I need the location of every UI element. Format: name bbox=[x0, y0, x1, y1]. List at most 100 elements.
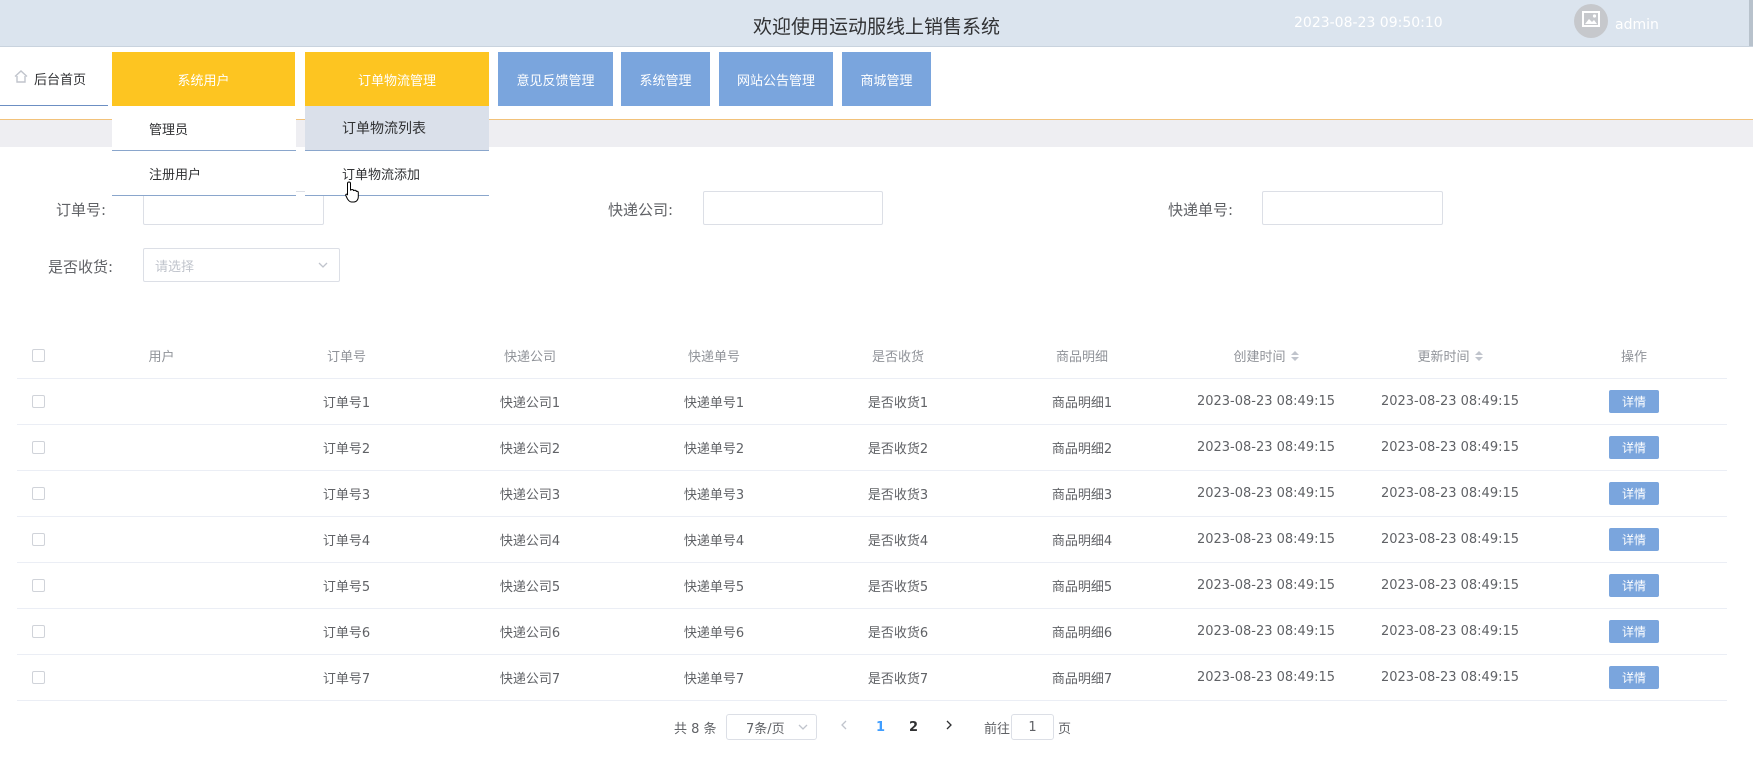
detail-button[interactable]: 详情 bbox=[1609, 390, 1659, 413]
cell-actions: 详情 bbox=[1542, 563, 1726, 608]
detail-button[interactable]: 详情 bbox=[1609, 528, 1659, 551]
col-order-no: 订单号 bbox=[326, 350, 366, 365]
cell-tracking-no: 快递单号6 bbox=[683, 626, 745, 641]
page-suffix: 页 bbox=[1058, 721, 1072, 737]
cell-courier: 快递公司1 bbox=[499, 396, 561, 411]
sort-icon[interactable] bbox=[1474, 350, 1483, 361]
row-checkbox[interactable] bbox=[25, 563, 51, 608]
cell-courier: 快递公司6 bbox=[499, 626, 561, 641]
page-2-button[interactable]: 2 bbox=[909, 714, 918, 740]
cell-actions: 详情 bbox=[1542, 425, 1726, 470]
courier-input[interactable] bbox=[703, 191, 883, 225]
cell-product-detail: 商品明细6 bbox=[1051, 626, 1113, 641]
current-datetime: 2023-08-23 09:50:10 bbox=[1294, 15, 1443, 31]
orders-table: 用户 订单号 快递公司 快递单号 是否收货 商品明细 创建时间 更新时间 操作 … bbox=[17, 333, 1727, 701]
received-select-placeholder: 请选择 bbox=[155, 259, 195, 275]
top-header: 欢迎使用运动服线上销售系统 2023-08-23 09:50:10 admin bbox=[0, 0, 1753, 47]
chevron-right-icon bbox=[943, 719, 955, 735]
menu-item-order-list[interactable]: 订单物流列表 bbox=[305, 106, 489, 151]
nav-order-logistics[interactable]: 订单物流管理 bbox=[305, 52, 489, 106]
tracking-input[interactable] bbox=[1262, 191, 1443, 225]
detail-button[interactable]: 详情 bbox=[1609, 436, 1659, 459]
table-row: 订单号7 快递公司7 快递单号7 是否收货7 商品明细7 2023-08-23 08:49… bbox=[17, 655, 1727, 701]
cell-product-detail: 商品明细1 bbox=[1051, 396, 1113, 411]
detail-button[interactable]: 详情 bbox=[1609, 666, 1659, 689]
page-1-button[interactable]: 1 bbox=[876, 714, 885, 740]
image-icon bbox=[1582, 11, 1600, 31]
cell-created-time: 2023-08-23 08:49:15 bbox=[1196, 394, 1336, 409]
received-select[interactable]: 请选择 bbox=[143, 248, 340, 282]
username[interactable]: admin bbox=[1615, 17, 1659, 33]
col-user: 用户 bbox=[148, 350, 175, 365]
cell-order-no: 订单号5 bbox=[322, 580, 371, 595]
cell-created-time: 2023-08-23 08:49:15 bbox=[1196, 578, 1336, 593]
detail-button[interactable]: 详情 bbox=[1609, 620, 1659, 643]
next-page-button[interactable] bbox=[943, 714, 955, 740]
table-row: 订单号5 快递公司5 快递单号5 是否收货5 商品明细5 2023-08-23 08:49… bbox=[17, 563, 1727, 609]
nav-system-management[interactable]: 系统管理 bbox=[621, 52, 710, 106]
col-actions: 操作 bbox=[1620, 350, 1647, 365]
row-checkbox[interactable] bbox=[25, 425, 51, 470]
cell-courier: 快递公司5 bbox=[499, 580, 561, 595]
cell-product-detail: 商品明细7 bbox=[1051, 672, 1113, 687]
menu-item-admin[interactable]: 管理员 bbox=[112, 106, 296, 151]
order-no-input[interactable] bbox=[143, 191, 324, 225]
tracking-label: 快递单号: bbox=[1168, 201, 1234, 219]
cell-received: 是否收货6 bbox=[867, 626, 929, 641]
cell-created-time: 2023-08-23 08:49:15 bbox=[1196, 440, 1336, 455]
cell-actions: 详情 bbox=[1542, 471, 1726, 516]
sort-icon[interactable] bbox=[1290, 350, 1299, 361]
nav-mall-management[interactable]: 商城管理 bbox=[842, 52, 931, 106]
menu-item-registered-users[interactable]: 注册用户 bbox=[112, 151, 296, 196]
nav-feedback[interactable]: 意见反馈管理 bbox=[498, 52, 613, 106]
detail-button[interactable]: 详情 bbox=[1609, 574, 1659, 597]
cell-tracking-no: 快递单号7 bbox=[683, 672, 745, 687]
home-icon bbox=[14, 70, 28, 87]
row-checkbox[interactable] bbox=[25, 471, 51, 516]
dropdown-order-logistics: 订单物流列表 订单物流添加 bbox=[305, 106, 489, 196]
cell-tracking-no: 快递单号5 bbox=[683, 580, 745, 595]
row-checkbox[interactable] bbox=[25, 609, 51, 654]
col-received: 是否收货 bbox=[871, 350, 924, 365]
col-created-time[interactable]: 创建时间 bbox=[1174, 333, 1358, 378]
nav-system-users[interactable]: 系统用户 bbox=[112, 52, 295, 106]
cell-updated-time: 2023-08-23 08:49:15 bbox=[1380, 532, 1520, 547]
nav-announcements[interactable]: 网站公告管理 bbox=[719, 52, 833, 106]
cell-created-time: 2023-08-23 08:49:15 bbox=[1196, 486, 1336, 501]
nav-home[interactable]: 后台首页 bbox=[0, 52, 108, 106]
table-header-row: 用户 订单号 快递公司 快递单号 是否收货 商品明细 创建时间 更新时间 操作 bbox=[17, 333, 1727, 379]
cell-updated-time: 2023-08-23 08:49:15 bbox=[1380, 578, 1520, 593]
row-checkbox[interactable] bbox=[25, 517, 51, 562]
cell-user bbox=[69, 471, 254, 516]
cell-received: 是否收货2 bbox=[867, 442, 929, 457]
cell-order-no: 订单号6 bbox=[322, 626, 371, 641]
col-courier: 快递公司 bbox=[503, 350, 556, 365]
cell-updated-time: 2023-08-23 08:49:15 bbox=[1380, 486, 1520, 501]
cell-received: 是否收货7 bbox=[867, 672, 929, 687]
goto-label: 前往 bbox=[984, 721, 1011, 737]
cell-updated-time: 2023-08-23 08:49:15 bbox=[1380, 394, 1520, 409]
cell-actions: 详情 bbox=[1542, 517, 1726, 562]
avatar[interactable] bbox=[1574, 4, 1608, 38]
cell-order-no: 订单号4 bbox=[322, 534, 371, 549]
dropdown-system-users: 管理员 注册用户 bbox=[112, 106, 296, 196]
cell-created-time: 2023-08-23 08:49:15 bbox=[1196, 670, 1336, 685]
chevron-down-icon bbox=[317, 259, 329, 275]
cell-user bbox=[69, 609, 254, 654]
detail-button[interactable]: 详情 bbox=[1609, 482, 1659, 505]
row-checkbox[interactable] bbox=[25, 655, 51, 700]
goto-page-input[interactable]: 1 bbox=[1011, 714, 1054, 740]
order-no-label: 订单号: bbox=[56, 201, 107, 219]
menu-item-order-add[interactable]: 订单物流添加 bbox=[305, 151, 489, 196]
select-all-checkbox[interactable] bbox=[25, 333, 51, 378]
row-checkbox[interactable] bbox=[25, 379, 51, 424]
cell-actions: 详情 bbox=[1542, 609, 1726, 654]
col-updated-time[interactable]: 更新时间 bbox=[1358, 333, 1542, 378]
cell-user bbox=[69, 425, 254, 470]
cell-received: 是否收货3 bbox=[867, 488, 929, 503]
table-row: 订单号3 快递公司3 快递单号3 是否收货3 商品明细3 2023-08-23 08:49… bbox=[17, 471, 1727, 517]
cell-courier: 快递公司4 bbox=[499, 534, 561, 549]
page-size-select[interactable]: 7条/页 bbox=[726, 714, 817, 740]
table-row: 订单号4 快递公司4 快递单号4 是否收货4 商品明细4 2023-08-23 08:49… bbox=[17, 517, 1727, 563]
prev-page-button[interactable] bbox=[838, 714, 850, 740]
